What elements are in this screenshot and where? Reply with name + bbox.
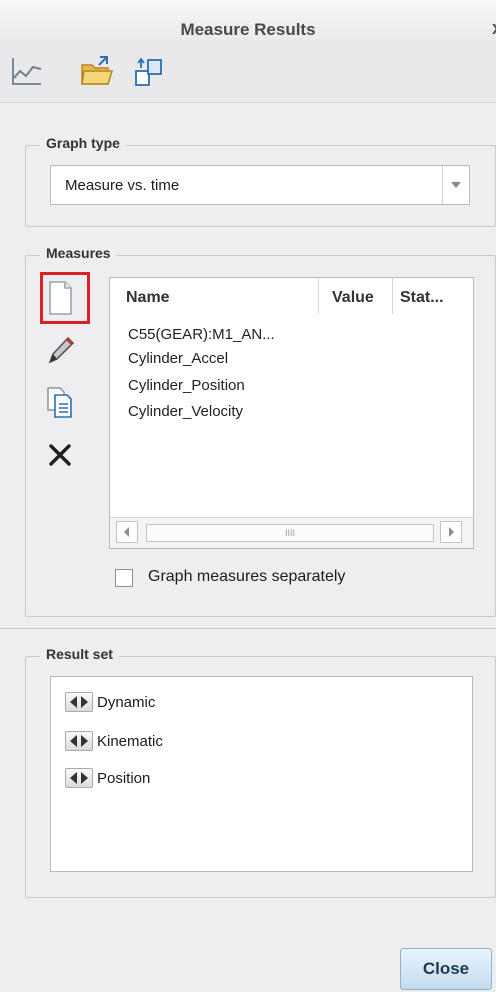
graph-icon[interactable] xyxy=(10,54,44,88)
graph-type-label: Graph type xyxy=(40,135,126,151)
graph-separately-label[interactable]: Graph measures separately xyxy=(148,568,345,586)
scrollbar-thumb[interactable]: IIII xyxy=(146,524,434,542)
chevron-down-icon[interactable] xyxy=(442,166,469,204)
measures-table[interactable]: Name Value Stat... C55(GEAR):M1_AN... Cy… xyxy=(109,277,474,549)
column-header-value[interactable]: Value xyxy=(332,289,374,307)
new-icon[interactable] xyxy=(42,278,78,315)
section-divider xyxy=(0,628,496,629)
tree-item-label: Kinematic xyxy=(97,733,163,750)
edit-pencil-icon[interactable] xyxy=(42,332,78,368)
copy-icon[interactable] xyxy=(42,384,78,420)
graph-type-value: Measure vs. time xyxy=(65,177,180,194)
horizontal-scrollbar[interactable]: IIII xyxy=(110,517,473,548)
window-title: Measure Results xyxy=(180,20,316,39)
graph-separately-checkbox[interactable] xyxy=(115,569,133,587)
open-folder-icon[interactable] xyxy=(80,54,114,88)
result-set-label: Result set xyxy=(40,646,119,662)
scroll-left-icon[interactable] xyxy=(116,521,138,543)
expand-arrows-icon xyxy=(65,768,93,788)
toolbar xyxy=(0,40,496,103)
scroll-right-icon[interactable] xyxy=(440,521,462,543)
measures-label: Measures xyxy=(40,245,117,261)
table-row[interactable]: Cylinder_Position xyxy=(128,377,245,394)
table-row[interactable]: C55(GEAR):M1_AN... xyxy=(128,326,275,343)
window-close-icon[interactable]: x xyxy=(492,18,496,39)
tree-item-label: Dynamic xyxy=(97,694,156,711)
column-divider xyxy=(392,278,393,314)
close-button[interactable]: Close xyxy=(400,948,492,990)
graph-type-dropdown[interactable]: Measure vs. time xyxy=(50,165,470,205)
expand-arrows-icon xyxy=(65,692,93,712)
table-row[interactable]: Cylinder_Velocity xyxy=(128,403,243,420)
table-row[interactable]: Cylinder_Accel xyxy=(128,350,228,367)
export-icon[interactable] xyxy=(132,54,166,88)
column-header-name[interactable]: Name xyxy=(126,289,170,307)
column-header-status[interactable]: Stat... xyxy=(400,289,444,307)
expand-arrows-icon xyxy=(65,731,93,751)
result-set-tree[interactable]: Dynamic Kinematic Position xyxy=(50,676,473,872)
tree-item-label: Position xyxy=(97,770,151,787)
delete-icon[interactable] xyxy=(42,438,78,474)
column-divider xyxy=(318,278,319,314)
